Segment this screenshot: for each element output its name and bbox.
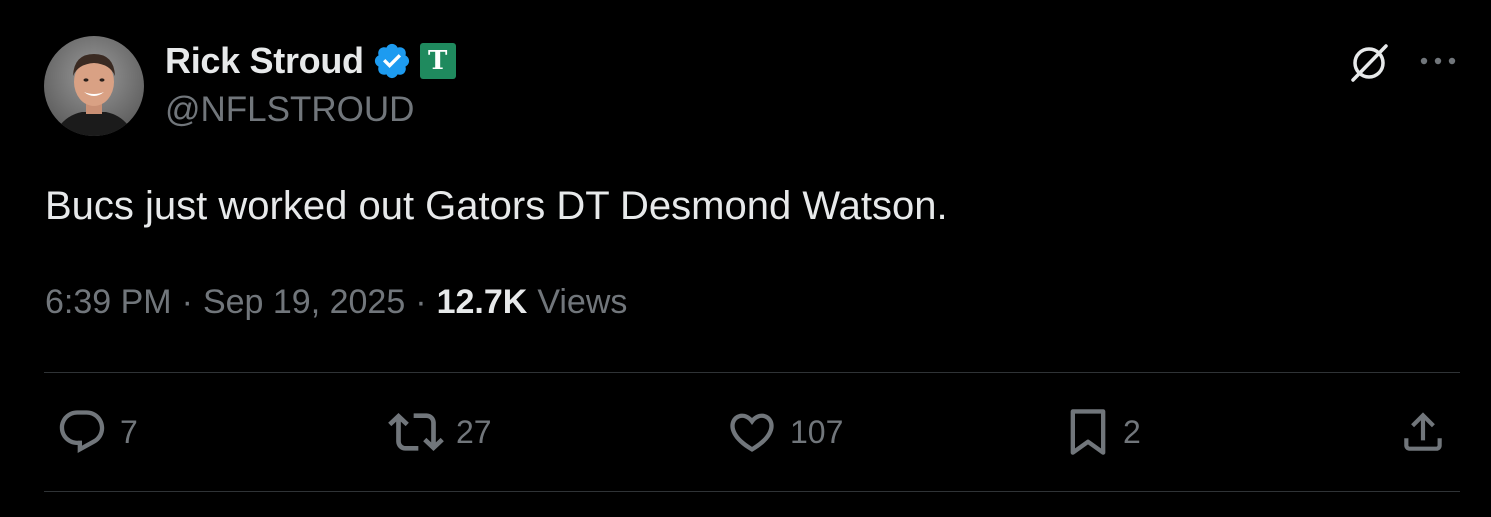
tweet-time[interactable]: 6:39 PM [45,283,172,322]
author-name-row: Rick Stroud T [165,38,456,84]
bookmark-icon [1070,409,1106,455]
affiliate-badge-icon[interactable]: T [419,43,456,79]
share-icon [1404,412,1442,451]
tweet-date[interactable]: Sep 19, 2025 [203,283,405,322]
meta-separator: · [181,283,193,321]
bookmark-count: 2 [1123,413,1141,450]
meta-separator: · [415,283,427,321]
tweet-text: Bucs just worked out Gators DT Desmond W… [45,184,948,228]
display-name[interactable]: Rick Stroud [165,40,364,82]
repost-button[interactable]: 27 [388,406,492,458]
more-icon[interactable] [1416,46,1460,76]
like-count: 107 [790,413,844,450]
reply-icon [59,410,105,454]
like-button[interactable]: 107 [726,406,843,458]
tweet: Rick Stroud T @NFLSTROUD Bucs just worke… [0,0,1491,517]
views-count: 12.7K [436,283,528,321]
avatar[interactable] [44,36,144,136]
affiliate-badge-letter: T [428,46,448,76]
bookmark-button[interactable]: 2 [1065,406,1141,458]
divider [44,491,1460,492]
share-button[interactable] [1398,406,1448,458]
tweet-meta: 6:39 PM · Sep 19, 2025 · 12.7K Views [45,283,627,322]
heart-icon [730,413,774,452]
divider [44,372,1460,373]
reply-count: 7 [120,413,138,450]
verified-badge-icon[interactable] [372,41,412,81]
reply-button[interactable]: 7 [56,406,138,458]
views-label: Views [537,283,628,321]
author-handle[interactable]: @NFLSTROUD [165,90,414,130]
repost-icon [388,413,444,451]
repost-count: 27 [456,413,492,450]
grok-icon[interactable] [1346,40,1392,86]
